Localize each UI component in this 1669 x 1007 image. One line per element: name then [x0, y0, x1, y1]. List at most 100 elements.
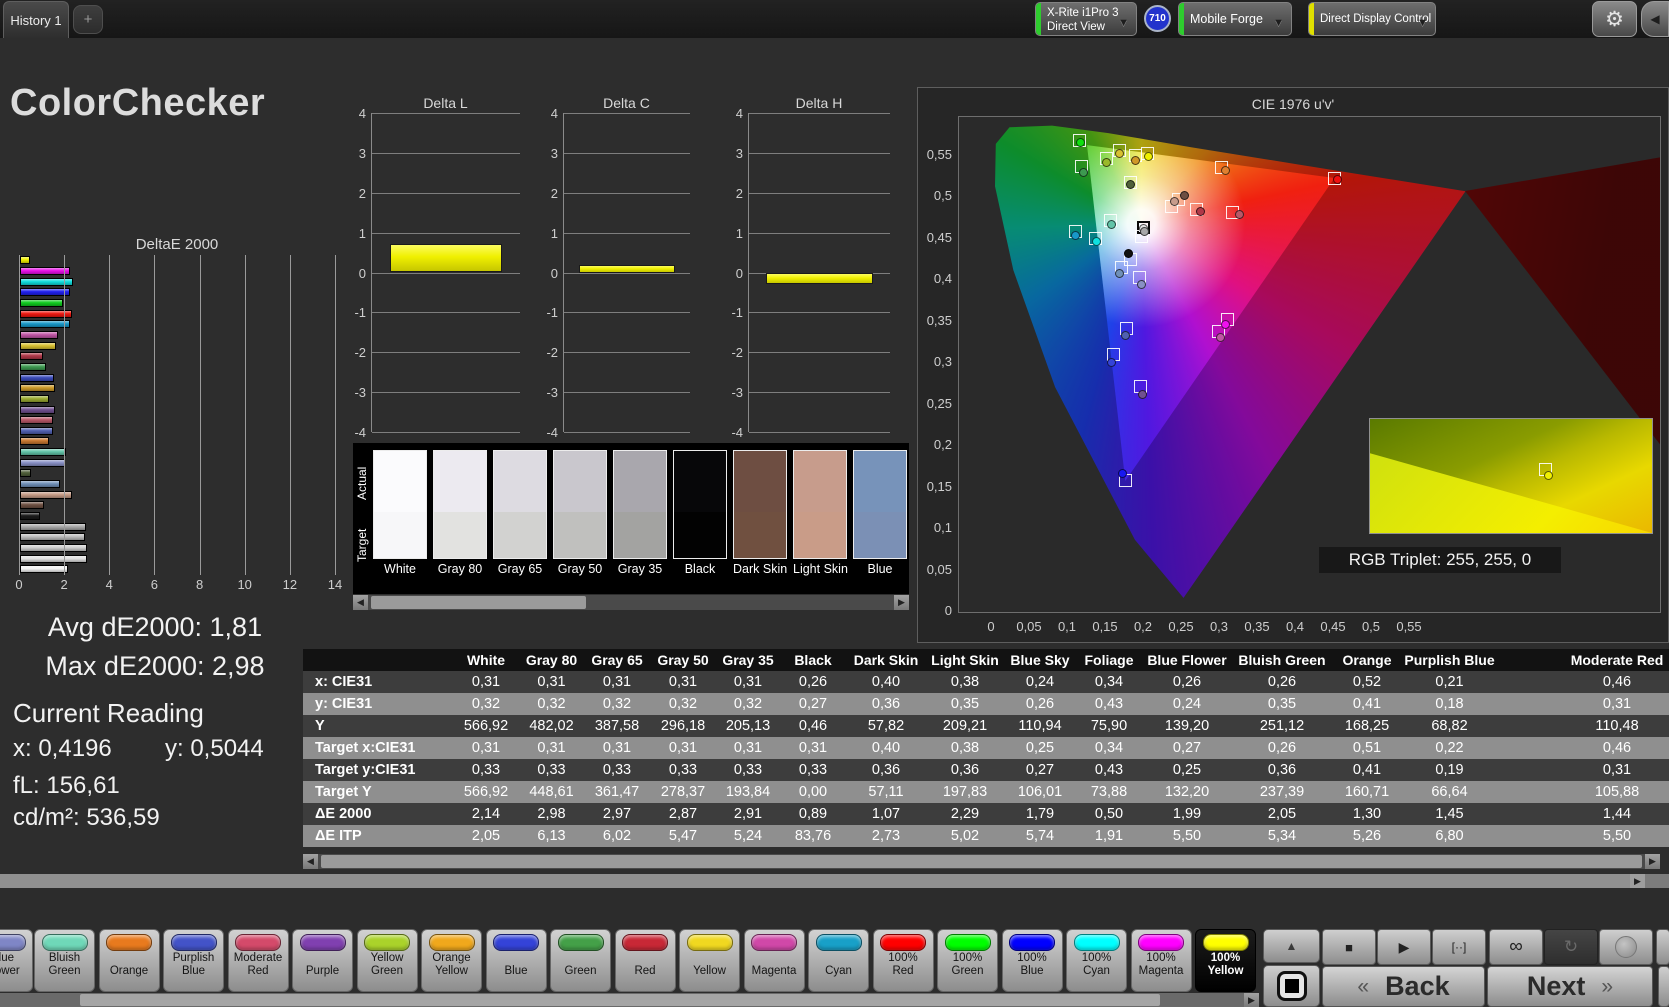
- patch-button-moderate-red[interactable]: Moderate Red: [227, 929, 289, 992]
- swatch-block: [853, 450, 907, 559]
- strip-scroll-thumb[interactable]: [371, 596, 586, 609]
- table-cell: 1,91: [1094, 828, 1124, 844]
- next-button[interactable]: Next »: [1487, 966, 1653, 1007]
- pattern-window-button[interactable]: [1263, 965, 1320, 1007]
- patch-label: Magenta: [751, 965, 797, 978]
- table-row-y: Y 566,92 482,02 387,58 296,18 205,13 0,46 57,82…: [303, 715, 1669, 737]
- patch-swatch: [170, 934, 217, 951]
- delta-y-tick: -4: [354, 425, 366, 440]
- patch-button-purplish-blue[interactable]: Purplish Blue: [163, 929, 224, 992]
- clipped-nav-button[interactable]: [1658, 966, 1669, 1007]
- patch-button-red[interactable]: Red: [614, 929, 676, 992]
- delta-gridline: [564, 272, 690, 274]
- cie-y-tick: 0,05: [926, 561, 952, 577]
- cie-y-tick: 0,55: [926, 146, 952, 162]
- table-cell: 0,31: [602, 674, 632, 690]
- table-cell: 251,12: [1259, 718, 1305, 734]
- deltae-gridline: [335, 255, 336, 575]
- table-cell: 105,88: [1594, 784, 1640, 800]
- scroll-left-icon[interactable]: ◀: [303, 854, 318, 869]
- deltae-bar-gray-50: [20, 533, 85, 542]
- back-button[interactable]: « Back: [1322, 966, 1485, 1007]
- patch-button-yellow[interactable]: Yellow: [679, 929, 740, 992]
- delta-y-tick: 3: [735, 145, 743, 161]
- deltae-x-tick: 4: [105, 577, 113, 592]
- patch-button-cyan[interactable]: Cyan: [808, 929, 869, 992]
- patch-button-blue[interactable]: Blue: [485, 929, 547, 992]
- cie-y-tick: 0,3: [933, 354, 952, 369]
- delta-y-tick: 2: [550, 185, 558, 201]
- scroll-right-icon[interactable]: ▶: [1630, 874, 1645, 888]
- table-cell: 2,98: [537, 806, 566, 822]
- dark-skin-measured-marker: [1179, 191, 1189, 200]
- patch-button-green-100[interactable]: 100% Green: [937, 929, 998, 992]
- swatch-block: [493, 450, 547, 559]
- patch-button-red-100[interactable]: 100% Red: [872, 929, 934, 992]
- record-button[interactable]: [1599, 929, 1653, 965]
- table-cell: 0,24: [1025, 674, 1055, 690]
- colorchecker-screen: History 1 + X-Rite i1Pro 3 Direct View ▼ …: [0, 0, 1669, 1007]
- meter-dropdown[interactable]: X-Rite i1Pro 3 Direct View ▼: [1035, 2, 1137, 36]
- deltae-bar-100-green: [20, 298, 63, 307]
- workflow-dropdown[interactable]: Direct Display Control ▼: [1308, 2, 1436, 36]
- window-scrollbar[interactable]: ▶: [0, 874, 1669, 888]
- delta-y-tick: -4: [546, 425, 558, 440]
- table-cell: 0,31: [733, 674, 763, 690]
- table-cell: 0,31: [471, 740, 501, 756]
- cie-plot: [958, 116, 1661, 613]
- clipped-transport-button[interactable]: [1656, 929, 1669, 965]
- table-scroll-thumb[interactable]: [321, 855, 1642, 868]
- deltae-bar-green: [20, 362, 46, 371]
- patch-button-purple[interactable]: Purple: [292, 929, 353, 992]
- patch-button-magenta[interactable]: Magenta: [743, 929, 805, 992]
- source-dropdown[interactable]: Mobile Forge ▼: [1178, 2, 1292, 36]
- patch-label: 100% Yellow: [1207, 952, 1244, 978]
- patch-button-green[interactable]: Green: [550, 929, 611, 992]
- add-tab-button[interactable]: +: [73, 5, 103, 34]
- blue-flower-measured-marker: [1136, 280, 1146, 289]
- patch-button-blue-100[interactable]: 100% Blue: [1001, 929, 1063, 992]
- column-header-bluish-green: Bluish Green: [1238, 652, 1326, 668]
- scroll-right-icon[interactable]: ▶: [894, 595, 909, 610]
- scroll-left-icon[interactable]: ◀: [353, 595, 368, 610]
- table-scrollbar[interactable]: ◀ ▶: [303, 854, 1660, 869]
- table-cell: 57,11: [868, 784, 904, 800]
- patch-scrollbar[interactable]: ▶: [0, 993, 1259, 1007]
- stop-button[interactable]: ■: [1322, 929, 1376, 965]
- deltae-gridline: [199, 255, 201, 575]
- strip-scrollbar[interactable]: ◀ ▶: [353, 595, 909, 610]
- source-status-stripe: [1179, 3, 1184, 35]
- delta-y-tick: 3: [550, 145, 558, 161]
- patch-button-bluish-green[interactable]: Bluish Green: [34, 929, 95, 992]
- loop-button[interactable]: ↻: [1544, 929, 1598, 965]
- column-header-gray-50: Gray 50: [657, 652, 709, 668]
- scroll-right-icon[interactable]: ▶: [1645, 854, 1660, 869]
- table-cell: 0,26: [1172, 674, 1202, 690]
- patch-button-cyan-100[interactable]: 100% Cyan: [1066, 929, 1127, 992]
- patch-button-blue-flower[interactable]: Blue Flower: [0, 929, 33, 992]
- settings-button[interactable]: ⚙: [1592, 1, 1637, 37]
- patch-button-yellow-100[interactable]: 100% Yellow: [1195, 929, 1256, 992]
- scroll-right-icon[interactable]: ▶: [1244, 993, 1259, 1007]
- delta-bar-delta-c: [579, 264, 675, 273]
- delta-bar-delta-h: [765, 272, 874, 284]
- deltae-gridline: [64, 255, 66, 575]
- table-cell: 5,34: [1267, 828, 1297, 844]
- tab-history[interactable]: History 1: [3, 1, 69, 38]
- column-header-purplish-blue: Purplish Blue: [1404, 652, 1495, 668]
- patch-scroll-thumb[interactable]: [80, 994, 1160, 1006]
- expand-strip-button[interactable]: ▲: [1263, 929, 1320, 963]
- patch-button-yellow-green[interactable]: Yellow Green: [356, 929, 418, 992]
- table-cell: 0,31: [798, 740, 828, 756]
- swatch-gray-80: Gray 80: [433, 450, 487, 576]
- patch-button-magenta-100[interactable]: 100% Magenta: [1130, 929, 1192, 992]
- collapse-panel-button[interactable]: ◀: [1641, 1, 1669, 37]
- table-cell: 0,38: [950, 674, 980, 690]
- deltae-bar-yellow-green: [20, 394, 50, 403]
- patch-button-orange-yellow[interactable]: Orange Yellow: [421, 929, 482, 992]
- cie-y-tick: 0,1: [933, 520, 952, 535]
- play-button[interactable]: ▶: [1377, 929, 1431, 965]
- interval-button[interactable]: [··]: [1432, 929, 1486, 965]
- patch-button-orange[interactable]: Orange: [98, 929, 160, 992]
- infinity-button[interactable]: ∞: [1489, 929, 1543, 965]
